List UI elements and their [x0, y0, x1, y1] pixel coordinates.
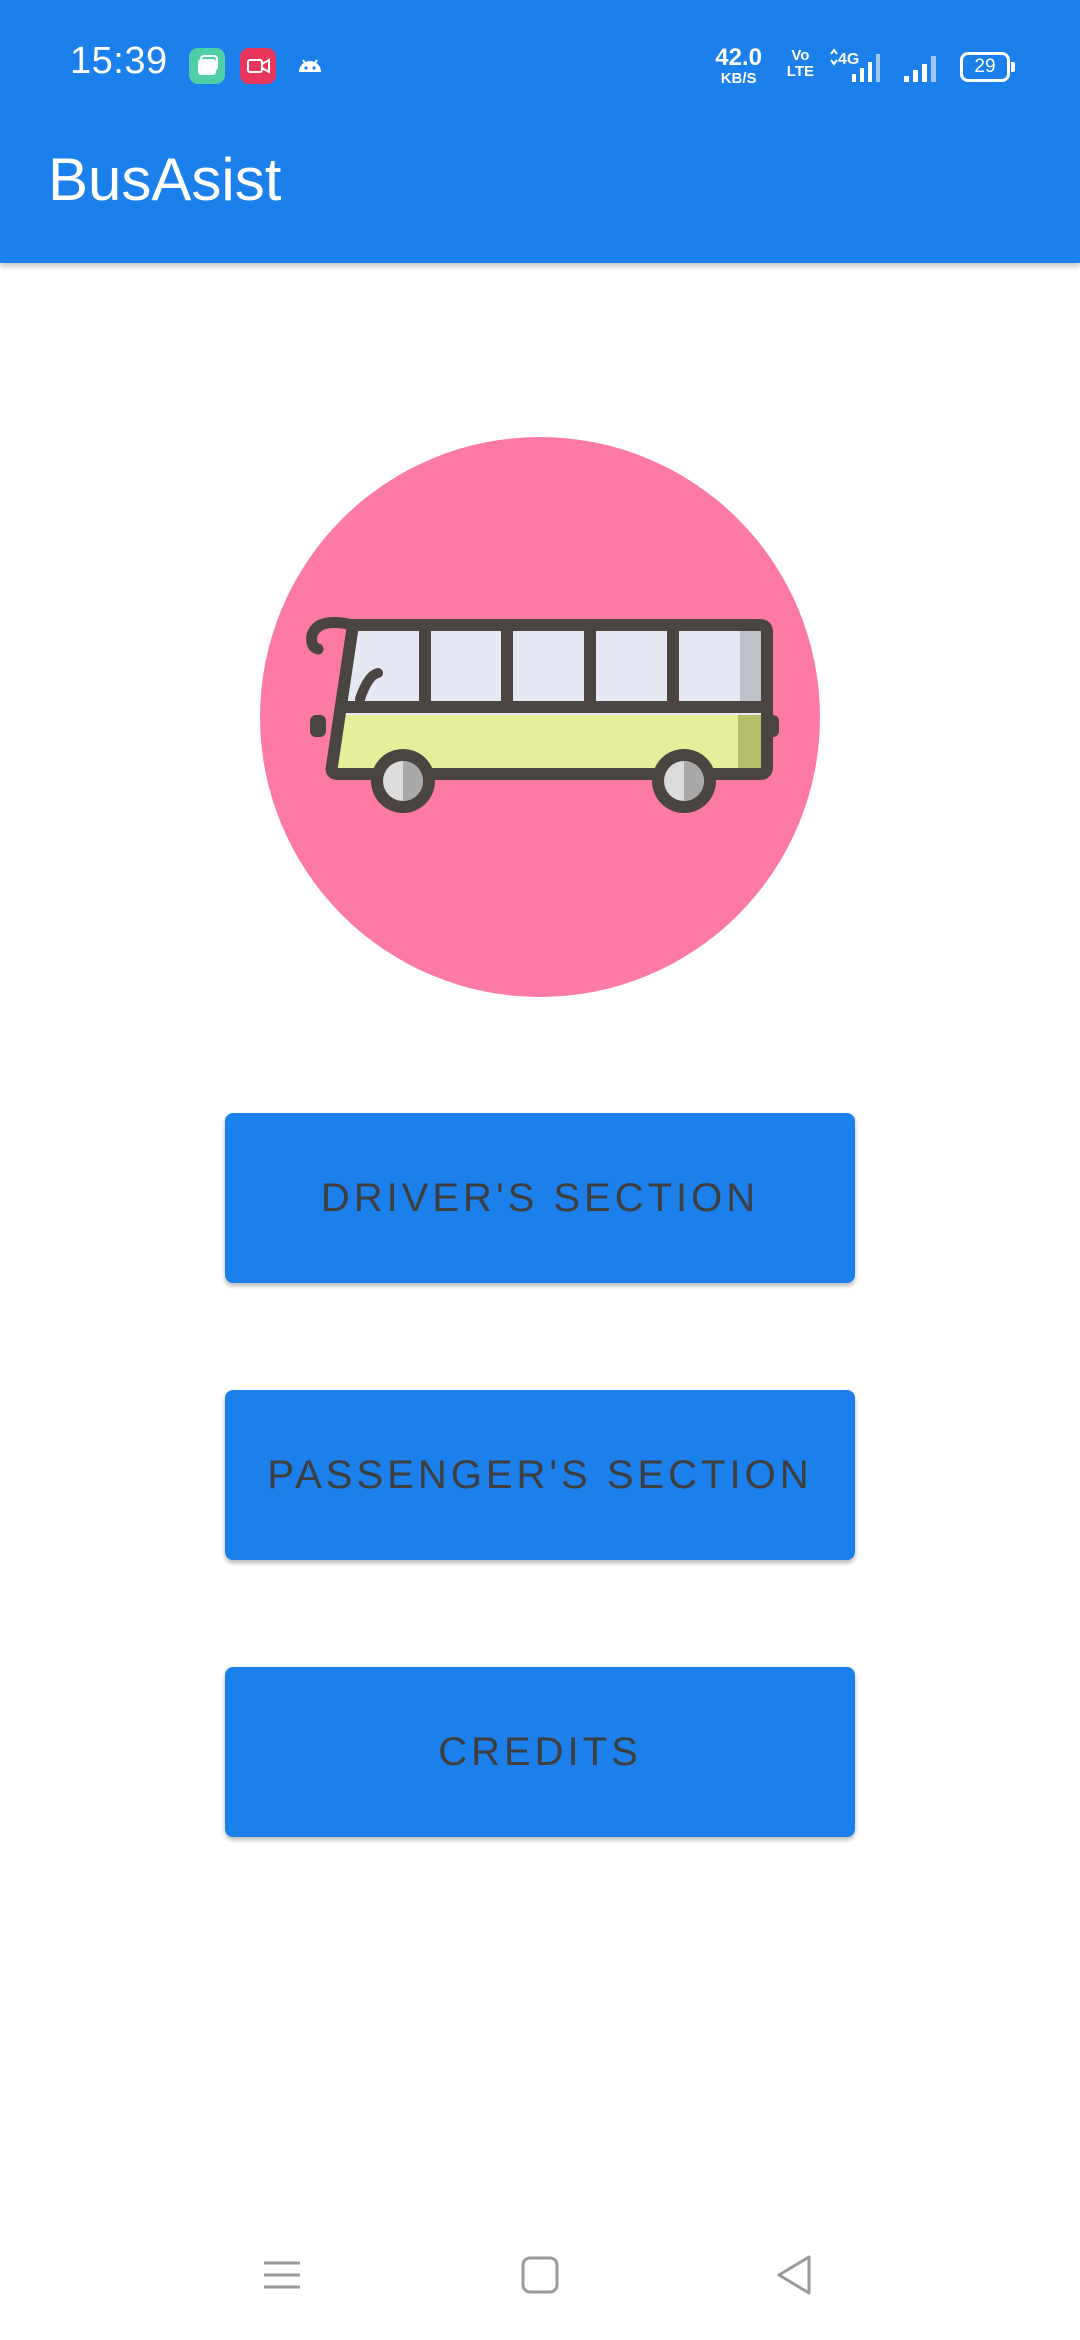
- battery-indicator: 29: [960, 52, 1015, 82]
- network-speed-value: 42.0: [715, 44, 762, 71]
- volte-line1: Vo: [791, 47, 810, 64]
- network-type: 4G: [838, 51, 859, 68]
- volte-line2: LTE: [786, 62, 814, 80]
- back-icon[interactable]: [760, 2240, 830, 2310]
- home-icon[interactable]: [505, 2240, 575, 2310]
- app-top-bar: 15:39 42.0 KB/S Vo LTE 4G 29 BusAsist: [0, 0, 1080, 263]
- signal-4g-icon: 4G: [830, 48, 880, 82]
- passengers-section-button[interactable]: PASSENGER'S SECTION: [225, 1390, 855, 1560]
- bus-icon: [260, 437, 820, 997]
- gallery-icon: [189, 48, 225, 84]
- network-speed: 42.0 KB/S: [715, 44, 762, 87]
- volte-indicator: Vo LTE: [787, 48, 814, 80]
- signal-icon: [904, 56, 936, 82]
- android-icon: [292, 48, 328, 84]
- network-speed-unit: KB/S: [720, 70, 757, 87]
- bus-logo: [260, 437, 820, 997]
- credits-button[interactable]: CREDITS: [225, 1667, 855, 1837]
- app-title: BusAsist: [48, 146, 282, 213]
- drivers-section-button[interactable]: DRIVER'S SECTION: [225, 1113, 855, 1283]
- screen-recorder-icon: [240, 48, 276, 84]
- screen: 15:39 42.0 KB/S Vo LTE 4G 29 BusAsist DR…: [0, 0, 1080, 2340]
- system-nav-bar: [0, 2210, 1080, 2340]
- menu-icon[interactable]: [247, 2240, 317, 2310]
- status-time: 15:39: [70, 40, 168, 82]
